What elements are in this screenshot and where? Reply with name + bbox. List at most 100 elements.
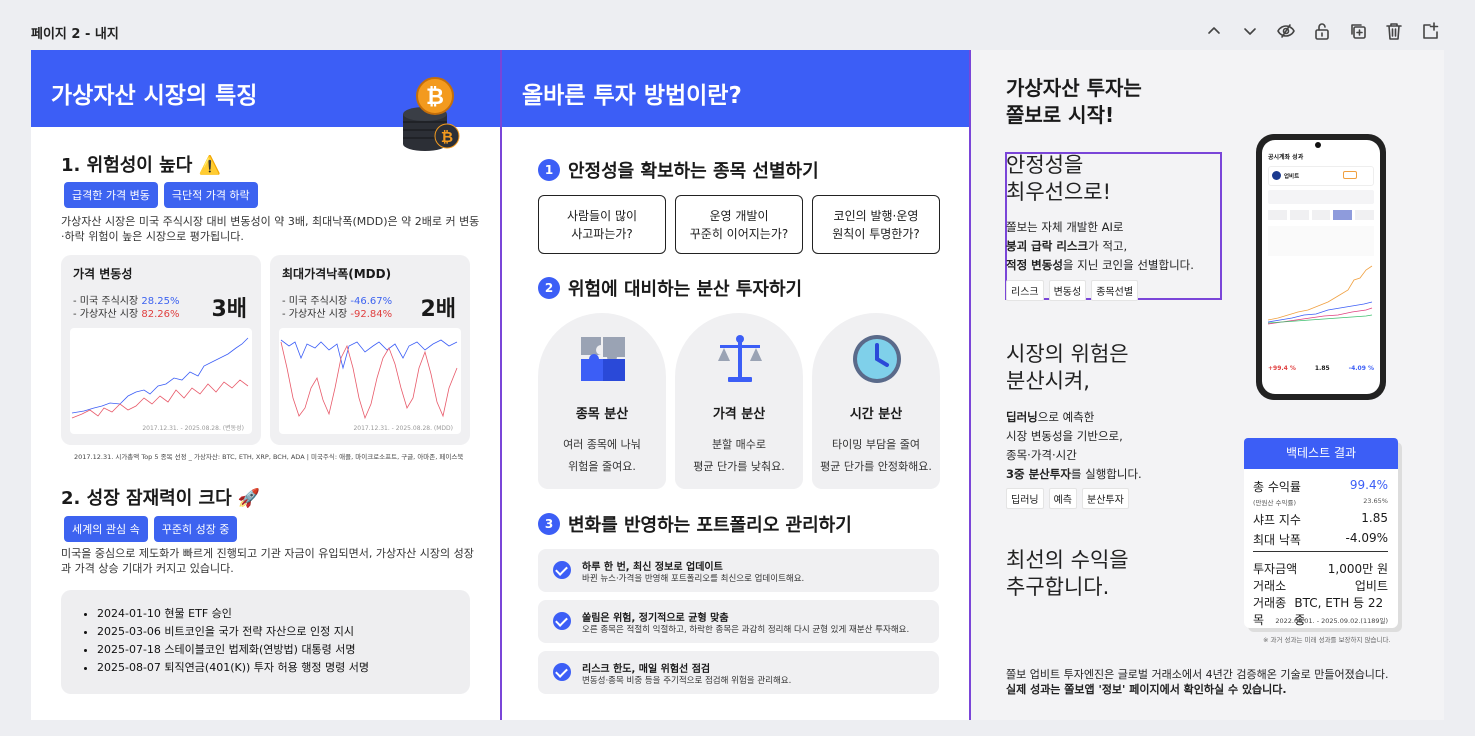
hide-icon[interactable] bbox=[1277, 22, 1295, 40]
tag: 분산투자 bbox=[1082, 488, 1129, 509]
stability-text: 쫄보는 자체 개발한 AI로 붕괴 급락 리스크가 적고, 적정 변동성을 지닌… bbox=[1006, 220, 1194, 272]
step-3: 3 변화를 반영하는 포트폴리오 관리하기 bbox=[538, 511, 852, 537]
panel-jjolbo[interactable]: 가상자산 투자는 쫄보로 시작! 안정성을 최우선으로! 쫄보는 자체 개발한 AI… bbox=[971, 50, 1444, 720]
label: - 가상자산 시장 bbox=[73, 309, 139, 320]
chevron-up-icon[interactable] bbox=[1205, 22, 1223, 40]
brand: 업비트 bbox=[1284, 174, 1300, 180]
section-growth: 2. 성장 잠재력이 크다 🚀 bbox=[31, 484, 260, 510]
growth-chips: 세계의 관심 속 꾸준히 성장 중 bbox=[64, 516, 238, 542]
tag: 종목선별 bbox=[1091, 280, 1139, 301]
list-item: 2025-03-06 비트코인을 국가 전략 자산으로 인정 지시 bbox=[97, 623, 470, 641]
phone-stats: +99.4 % 1.85 -4.09 % bbox=[1268, 365, 1374, 372]
volatility-plot: 2017.12.31. - 2025.08.28. (변동성) bbox=[70, 328, 252, 434]
performance-chart bbox=[1268, 265, 1373, 325]
item-title: 쏠림은 위험, 정기적으로 균형 맞춤 bbox=[582, 613, 729, 624]
step-title: 위험에 대비하는 분산 투자하기 bbox=[568, 279, 803, 300]
checklist-item: 쏠림은 위험, 정기적으로 균형 맞춤 오른 종목은 적절히 익절하고, 하락한… bbox=[538, 600, 939, 643]
stat-row: 총 수익률 99.4% bbox=[1253, 478, 1388, 494]
check-icon bbox=[553, 561, 571, 579]
diversify-tags: 딥러닝 예측 분산투자 bbox=[1006, 488, 1129, 509]
value: -92.84% bbox=[350, 309, 393, 320]
list-item: 2025-07-18 스테이블코인 법제화(연방법) 대통령 서명 bbox=[97, 641, 470, 659]
check-icon bbox=[553, 663, 571, 681]
diversify-card: 시간 분산 타이밍 부담을 줄여 평균 단가를 안정화해요. bbox=[812, 313, 940, 489]
range-label: 2017.12.31. - 2025.08.28. (MDD) bbox=[353, 425, 453, 432]
list-item: 2024-01-10 현물 ETF 승인 bbox=[97, 605, 470, 623]
mdd-card: 최대가격낙폭(MDD) - 미국 주식시장 -46.67% - 가상자산 시장 … bbox=[270, 255, 470, 445]
card-title: 시간 분산 bbox=[849, 407, 903, 422]
page-label: 페이지 2 - 내지 bbox=[31, 27, 119, 42]
chevron-down-icon[interactable] bbox=[1241, 22, 1259, 40]
diversify-text: 딥러닝으로 예측한 시장 변동성을 기반으로, 종목·가격·시간 3중 분산투자… bbox=[1006, 410, 1142, 481]
panel-market-features[interactable]: 가상자산 시장의 특징 ₿ ₿ 1. 위험성이 높다 ⚠️ 급격한 가격 변동 … bbox=[31, 50, 500, 720]
step-title: 변화를 반영하는 포트폴리오 관리하기 bbox=[568, 515, 852, 536]
editor-topbar: 페이지 2 - 내지 bbox=[0, 0, 1475, 50]
headline-diversify: 시장의 위험은 분산시켜, bbox=[1006, 342, 1129, 393]
risk-text: 가상자산 시장은 미국 주식시장 대비 변동성이 약 3배, 최대낙폭(MDD)… bbox=[61, 215, 480, 243]
page-canvas[interactable]: 가상자산 시장의 특징 ₿ ₿ 1. 위험성이 높다 ⚠️ 급격한 가격 변동 … bbox=[31, 50, 1444, 720]
step-title: 안정성을 확보하는 종목 선별하기 bbox=[568, 161, 819, 182]
backtest-card: 백테스트 결과 총 수익률 99.4% (만원산 수익률) 23.65% 샤프 지수… bbox=[1244, 438, 1398, 628]
tag: 딥러닝 bbox=[1006, 488, 1044, 509]
clock-icon bbox=[853, 335, 901, 383]
phone-title: 공시계좌 성과 bbox=[1268, 154, 1304, 161]
tag: 예측 bbox=[1048, 488, 1078, 509]
list-item: 2025-08-07 퇴직연금(401(K)) 투자 허용 행정 명령 서명 bbox=[97, 659, 470, 677]
section-risk: 1. 위험성이 높다 ⚠️ bbox=[31, 151, 221, 177]
card-desc: 분할 매수로 평균 단가를 낮춰요. bbox=[693, 438, 785, 473]
step-number: 1 bbox=[538, 159, 560, 181]
footnote: 2017.12.31. 시가총액 Top 5 종목 선정 _ 가상자산: BTC… bbox=[74, 453, 464, 461]
panel-title: 가상자산 투자는 쫄보로 시작! bbox=[1006, 76, 1142, 127]
step-2: 2 위험에 대비하는 분산 투자하기 bbox=[538, 275, 802, 301]
card-desc: 여러 종목에 나눠 위험을 줄여요. bbox=[563, 438, 641, 473]
stat-sub: (만원산 수익률) 23.65% bbox=[1253, 497, 1388, 507]
stat-row: 거래소 업비트 bbox=[1253, 579, 1388, 593]
crypto-line: - 가상자산 시장 82.26% bbox=[73, 305, 180, 320]
question-box: 운영 개발이 꾸준히 이어지는가? bbox=[675, 195, 803, 254]
unlock-icon[interactable] bbox=[1313, 22, 1331, 40]
add-page-icon[interactable] bbox=[1421, 22, 1439, 40]
check-icon bbox=[553, 612, 571, 630]
bottom-text: 쫄보 업비트 투자엔진은 글로벌 거래소에서 4년간 검증해온 기술로 만들어졌… bbox=[1006, 668, 1389, 696]
checklist-item: 하루 한 번, 최신 정보로 업데이트 바뀐 뉴스·가격을 반영해 포트폴리오를… bbox=[538, 549, 939, 592]
diversify-card: 종목 분산 여러 종목에 나눠 위험을 줄여요. bbox=[538, 313, 666, 489]
card-title: 가격 변동성 bbox=[73, 267, 133, 281]
growth-text: 미국을 중심으로 제도화가 빠르게 진행되고 기관 자금이 유입되면서, 가상자… bbox=[61, 547, 474, 575]
phone-mockup: 공시계좌 성과 업비트 +99.4 % 1.85 -4.09 % bbox=[1256, 134, 1386, 400]
stat-row: 최대 낙폭 -4.09% bbox=[1253, 531, 1388, 547]
scale-icon bbox=[718, 335, 762, 382]
svg-text:₿: ₿ bbox=[441, 128, 453, 146]
puzzle-icon bbox=[581, 337, 625, 381]
item-title: 하루 한 번, 최신 정보로 업데이트 bbox=[582, 562, 723, 573]
panel-investment-method[interactable]: 올바른 투자 방법이란? 1 안정성을 확보하는 종목 선별하기 사람들이 많이… bbox=[500, 50, 971, 720]
trash-icon[interactable] bbox=[1385, 22, 1403, 40]
item-desc: 변동성·종목 비중 등을 주기적으로 점검해 위험을 관리해요. bbox=[582, 676, 792, 686]
step-1: 1 안정성을 확보하는 종목 선별하기 bbox=[538, 157, 819, 183]
section-title: 2. 성장 잠재력이 크다 🚀 bbox=[61, 488, 261, 509]
crypto-line: - 가상자산 시장 -92.84% bbox=[282, 305, 392, 320]
stat-row: 투자금액 1,000만 원 bbox=[1253, 562, 1388, 576]
phone-screen: 공시계좌 성과 업비트 +99.4 % 1.85 -4.09 % bbox=[1262, 140, 1380, 394]
item-title: 리스크 한도, 매일 위험선 점검 bbox=[582, 664, 711, 675]
headline-stability: 안정성을 최우선으로! bbox=[1006, 153, 1112, 204]
chip: 극단적 가격 하락 bbox=[163, 182, 258, 208]
label: - 가상자산 시장 bbox=[282, 309, 348, 320]
chip: 세계의 관심 속 bbox=[64, 516, 148, 542]
panel-header: 올바른 투자 방법이란? bbox=[502, 50, 969, 127]
volatility-card: 가격 변동성 - 미국 주식시장 28.25% - 가상자산 시장 82.26%… bbox=[61, 255, 261, 445]
card-title: 가격 분산 bbox=[712, 407, 766, 422]
stat-row: 샤프 지수 1.85 bbox=[1253, 511, 1388, 527]
duplicate-icon[interactable] bbox=[1349, 22, 1367, 40]
step-number: 3 bbox=[538, 513, 560, 535]
risk-chips: 급격한 가격 변동 극단적 가격 하락 bbox=[64, 182, 258, 208]
section-title: 1. 위험성이 높다 ⚠️ bbox=[61, 155, 221, 176]
ratio-value: 3배 bbox=[211, 297, 247, 322]
svg-text:₿: ₿ bbox=[426, 85, 444, 110]
chip: 꾸준히 성장 중 bbox=[153, 516, 238, 542]
card-desc: 타이밍 부담을 줄여 평균 단가를 안정화해요. bbox=[820, 438, 932, 473]
question-box: 사람들이 많이 사고파는가? bbox=[538, 195, 666, 254]
news-list: 2024-01-10 현물 ETF 승인 2025-03-06 비트코인을 국가… bbox=[61, 590, 470, 694]
tag: 리스크 bbox=[1006, 280, 1044, 301]
ratio-value: 2배 bbox=[420, 297, 456, 322]
tag: 변동성 bbox=[1048, 280, 1087, 301]
